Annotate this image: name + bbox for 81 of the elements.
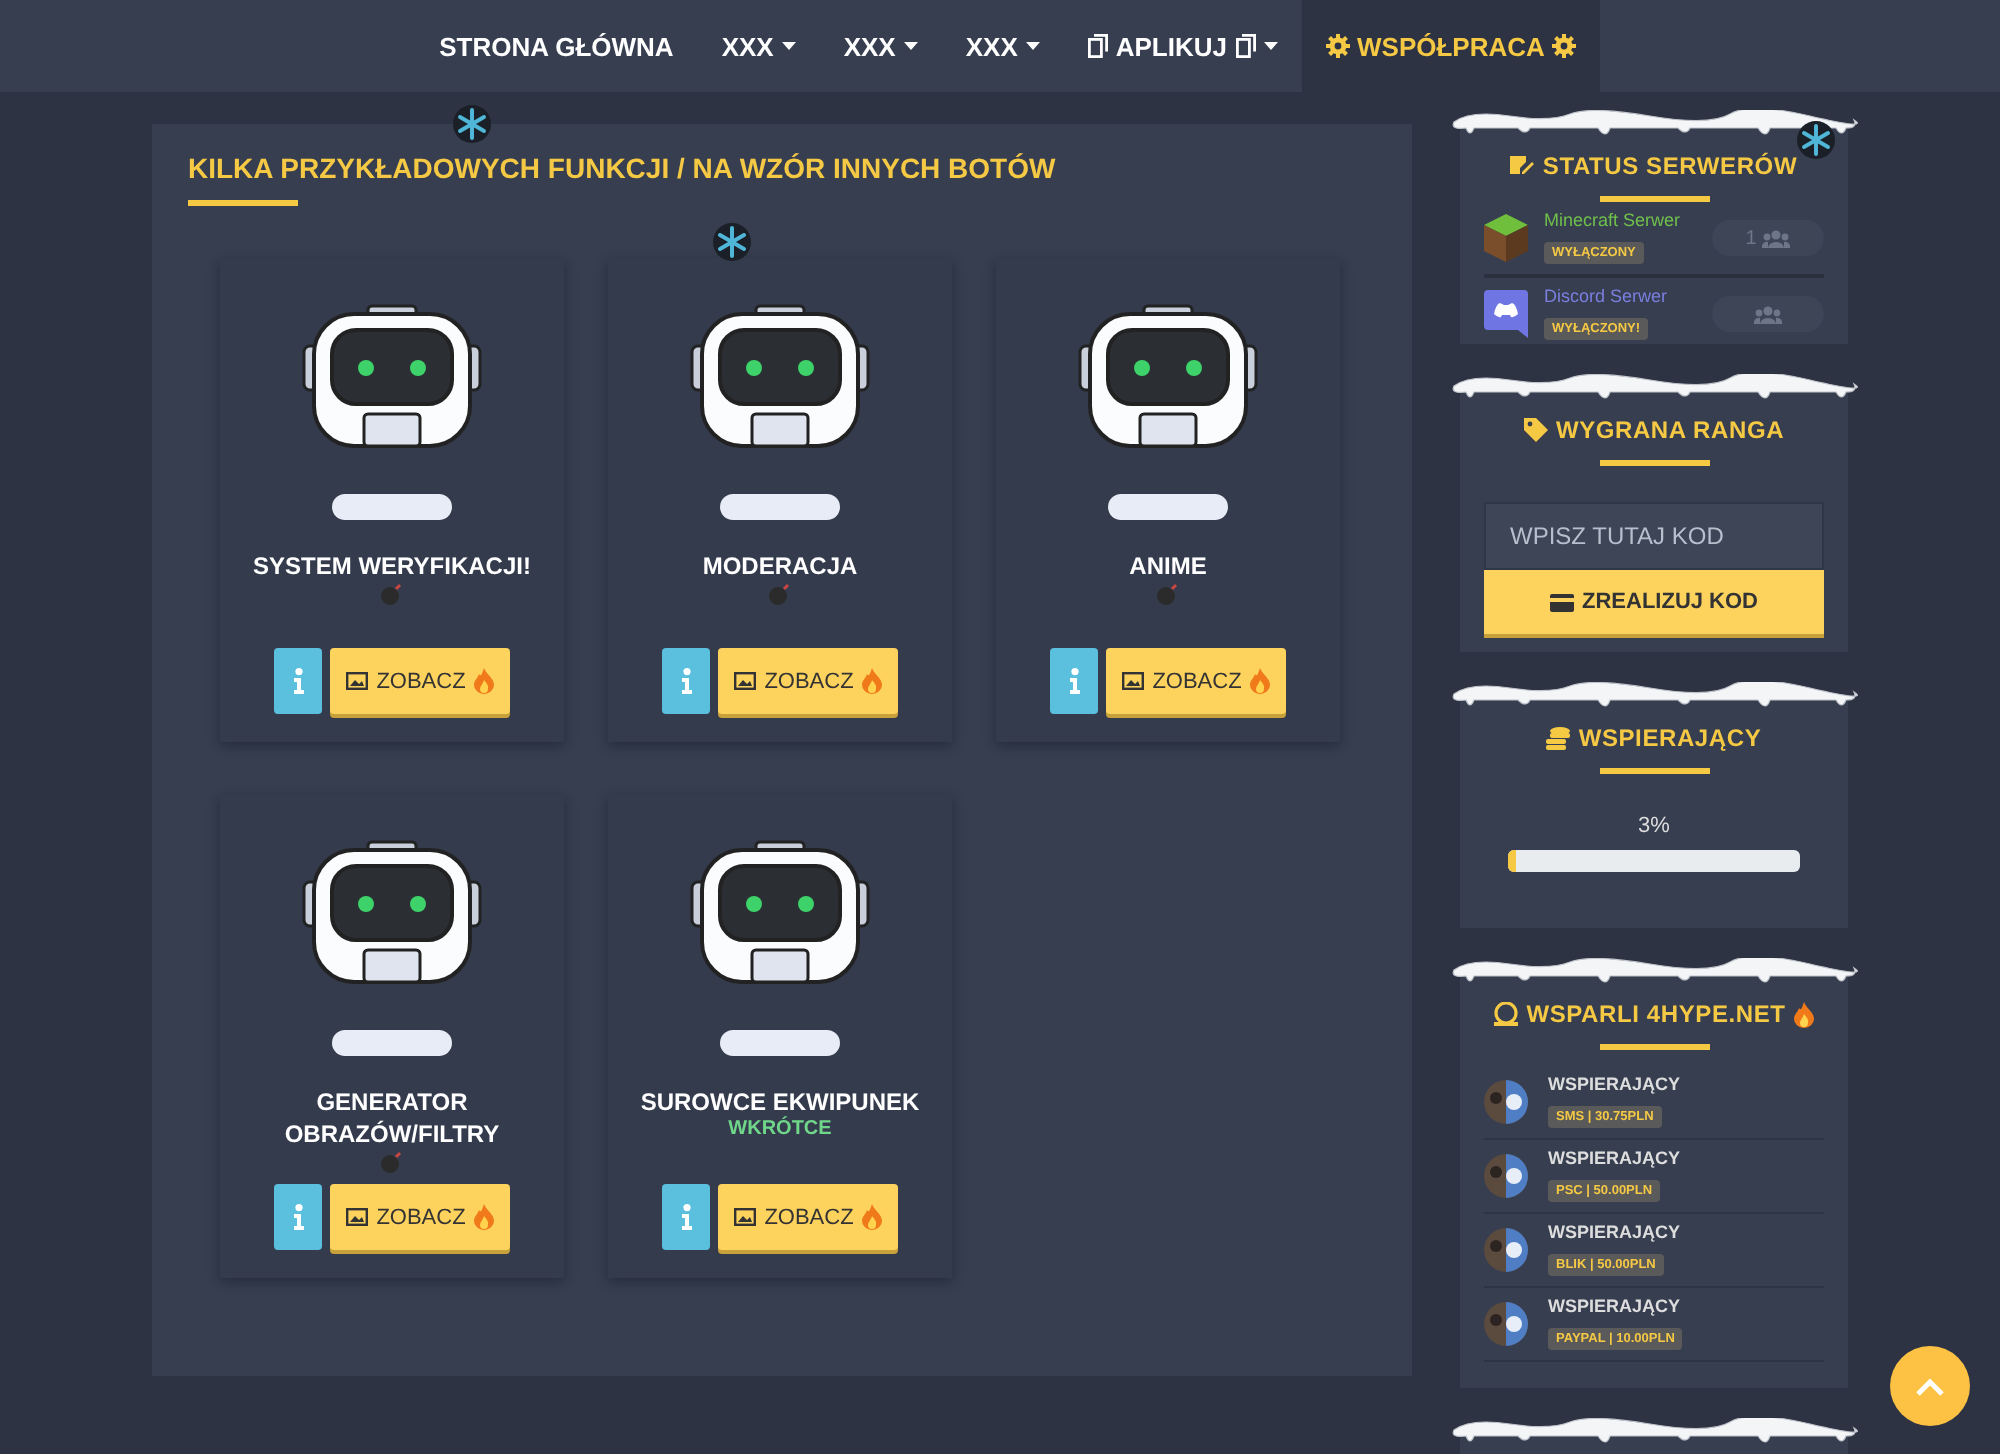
flame-icon — [861, 1204, 882, 1230]
flame-icon — [473, 1204, 494, 1230]
info-button[interactable] — [662, 648, 711, 714]
edit-icon — [1510, 154, 1535, 178]
feature-title: SUROWCE EKWIPUNEK — [638, 1086, 922, 1116]
flame-icon — [1249, 668, 1270, 694]
redeem-button[interactable]: ZREALIZUJ KOD — [1484, 570, 1824, 634]
chat-bubble-icon — [1484, 290, 1528, 338]
caret-icon — [1025, 42, 1040, 50]
nav-link[interactable]: STRONA GŁÓWNA — [415, 0, 698, 92]
info-icon — [681, 668, 692, 694]
donor-name: WSPIERAJĄCY — [1548, 1074, 1681, 1094]
copy-icon — [1235, 34, 1255, 58]
card-icon — [1550, 593, 1574, 611]
see-button[interactable]: ZOBACZ — [1106, 648, 1286, 714]
donor-name: WSPIERAJĄCY — [1548, 1296, 1683, 1316]
snowflake-icon — [712, 222, 752, 262]
widget-title: WSPIERAJĄCY — [1484, 724, 1824, 752]
info-button[interactable] — [274, 1184, 323, 1250]
snowflake-icon — [452, 104, 492, 144]
caret-icon — [1263, 42, 1277, 50]
widget-title: WYGRANA RANGA — [1484, 416, 1824, 444]
soon-label: WKRÓTCE — [728, 1118, 832, 1140]
info-icon — [293, 1204, 304, 1230]
image-icon — [734, 672, 757, 690]
avatar-icon — [1484, 1080, 1528, 1124]
server-name: Minecraft Serwer — [1544, 210, 1681, 230]
see-button[interactable]: ZOBACZ — [330, 1184, 510, 1250]
info-button[interactable] — [1050, 648, 1099, 714]
flame-icon — [861, 668, 882, 694]
avatar-icon — [1484, 1302, 1528, 1346]
avatar-icon — [1484, 1228, 1528, 1272]
image-icon — [734, 1208, 757, 1226]
info-button[interactable] — [662, 1184, 711, 1250]
scroll-top-button[interactable] — [1890, 1346, 1970, 1426]
gear-icon — [1552, 34, 1577, 58]
info-button[interactable] — [274, 648, 323, 714]
image-icon — [1122, 672, 1145, 690]
coins-icon — [1546, 726, 1571, 750]
server-name: Discord Serwer — [1544, 286, 1668, 306]
flame-icon — [1793, 1001, 1814, 1027]
chevron-up-icon — [1916, 1377, 1944, 1395]
caret-icon — [781, 42, 796, 50]
info-icon — [293, 668, 304, 694]
see-button[interactable]: ZOBACZ — [718, 648, 898, 714]
widget-title: STATUS SERWERÓW — [1484, 152, 1824, 180]
users-icon — [1754, 305, 1782, 323]
nav-link[interactable]: XXX — [941, 0, 1064, 92]
bomb-icon — [1156, 582, 1180, 606]
flame-icon — [473, 668, 494, 694]
feature-title: MODERACJA — [700, 550, 860, 582]
avatar-icon — [1484, 1154, 1528, 1198]
feature-title: SYSTEM WERYFIKACJI! — [251, 550, 533, 582]
bomb-icon — [380, 582, 404, 606]
progress-reading: 3% — [1636, 814, 1672, 838]
donor-name: WSPIERAJĄCY — [1548, 1222, 1681, 1242]
feature-title: GENERATOR OBRAZÓW/FILTRY — [282, 1086, 502, 1150]
bomb-icon — [380, 1150, 404, 1174]
nav-link[interactable]: WSPÓŁPRACA — [1301, 0, 1601, 92]
tag-icon — [1523, 418, 1548, 442]
users-icon — [1762, 229, 1791, 247]
copy-icon — [1087, 34, 1108, 58]
code-input[interactable]: WPISZ TUTAJ KOD — [1484, 502, 1824, 570]
nav-link[interactable]: APLIKUJ — [1063, 0, 1301, 92]
image-icon — [346, 672, 369, 690]
see-button[interactable]: ZOBACZ — [330, 648, 510, 714]
caret-icon — [903, 42, 918, 50]
bomb-icon — [768, 582, 792, 606]
image-icon — [346, 1208, 369, 1226]
info-icon — [1069, 668, 1080, 694]
nav-link[interactable]: XXX — [697, 0, 820, 92]
gear-icon — [1325, 34, 1349, 58]
widget-title: WSPARLI 4HYPE.NET — [1484, 1000, 1824, 1028]
feature-title: ANIME — [1127, 550, 1209, 582]
donor-name: WSPIERAJĄCY — [1548, 1148, 1681, 1168]
snowflake-icon — [1796, 120, 1836, 160]
grass-block-icon — [1484, 214, 1528, 262]
section-title: KILKA PRZYKŁADOWYCH FUNKCJI / NA WZÓR INNYCH BOTÓW — [188, 152, 1058, 184]
nav-link[interactable]: XXX — [819, 0, 942, 92]
see-button[interactable]: ZOBACZ — [718, 1184, 898, 1250]
info-icon — [681, 1204, 692, 1230]
